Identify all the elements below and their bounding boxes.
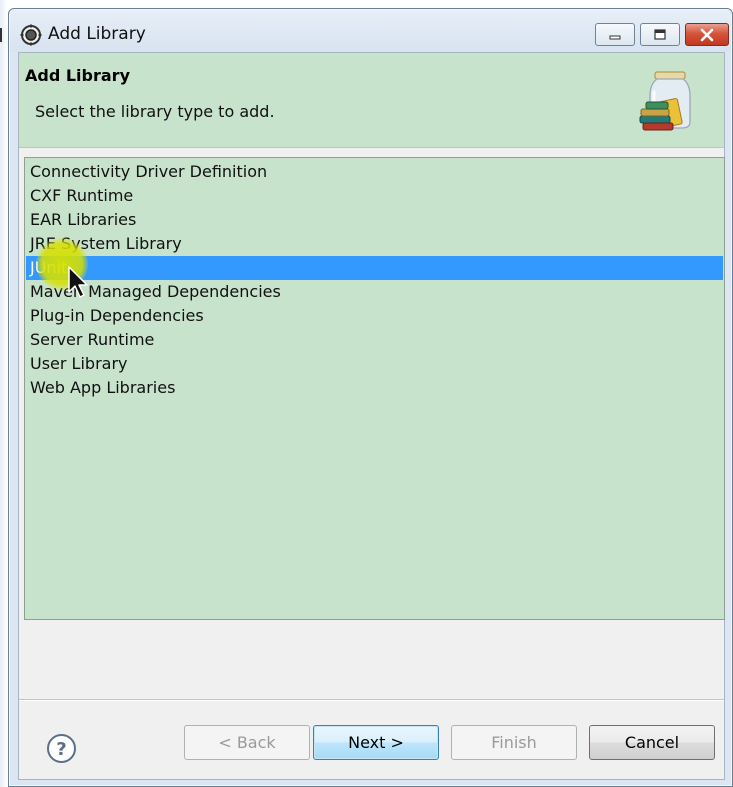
window-title: Add Library bbox=[48, 24, 146, 44]
wizard-banner: Add Library Select the library type to a… bbox=[19, 53, 724, 148]
list-item[interactable]: CXF Runtime bbox=[26, 184, 723, 208]
dialog-body: Add Library Select the library type to a… bbox=[18, 52, 725, 780]
library-type-list[interactable]: Connectivity Driver Definition CXF Runti… bbox=[24, 157, 725, 620]
list-item[interactable]: Maven Managed Dependencies bbox=[26, 280, 723, 304]
list-item[interactable]: EAR Libraries bbox=[26, 208, 723, 232]
background-window-edge bbox=[0, 0, 8, 787]
list-item[interactable]: Server Runtime bbox=[26, 328, 723, 352]
eclipse-gear-icon[interactable] bbox=[20, 24, 42, 46]
list-item[interactable]: JRE System Library bbox=[26, 232, 723, 256]
back-button[interactable]: < Back bbox=[184, 725, 310, 760]
banner-title: Add Library bbox=[25, 66, 130, 85]
list-item[interactable]: Connectivity Driver Definition bbox=[26, 160, 723, 184]
maximize-icon bbox=[654, 28, 666, 40]
background-window-glyph bbox=[0, 28, 6, 42]
list-item-selected[interactable]: JUnit bbox=[26, 256, 723, 280]
close-icon bbox=[700, 28, 714, 41]
list-item[interactable]: Web App Libraries bbox=[26, 376, 723, 400]
svg-text:?: ? bbox=[56, 739, 66, 760]
button-bar-separator bbox=[19, 699, 724, 701]
maximize-button[interactable] bbox=[640, 23, 680, 46]
list-item[interactable]: Plug-in Dependencies bbox=[26, 304, 723, 328]
cancel-button[interactable]: Cancel bbox=[589, 725, 715, 760]
minimize-icon bbox=[609, 35, 621, 39]
close-button[interactable] bbox=[685, 23, 729, 46]
add-library-dialog: Add Library Add Library Select the libra… bbox=[8, 8, 733, 787]
list-item[interactable]: User Library bbox=[26, 352, 723, 376]
library-jar-icon bbox=[639, 71, 691, 131]
help-icon[interactable]: ? bbox=[46, 733, 77, 764]
mouse-pointer-icon bbox=[68, 266, 88, 298]
minimize-button[interactable] bbox=[595, 23, 635, 46]
next-button[interactable]: Next > bbox=[313, 725, 439, 760]
title-bar[interactable]: Add Library bbox=[10, 10, 731, 52]
finish-button[interactable]: Finish bbox=[451, 725, 577, 760]
banner-description: Select the library type to add. bbox=[35, 102, 275, 121]
